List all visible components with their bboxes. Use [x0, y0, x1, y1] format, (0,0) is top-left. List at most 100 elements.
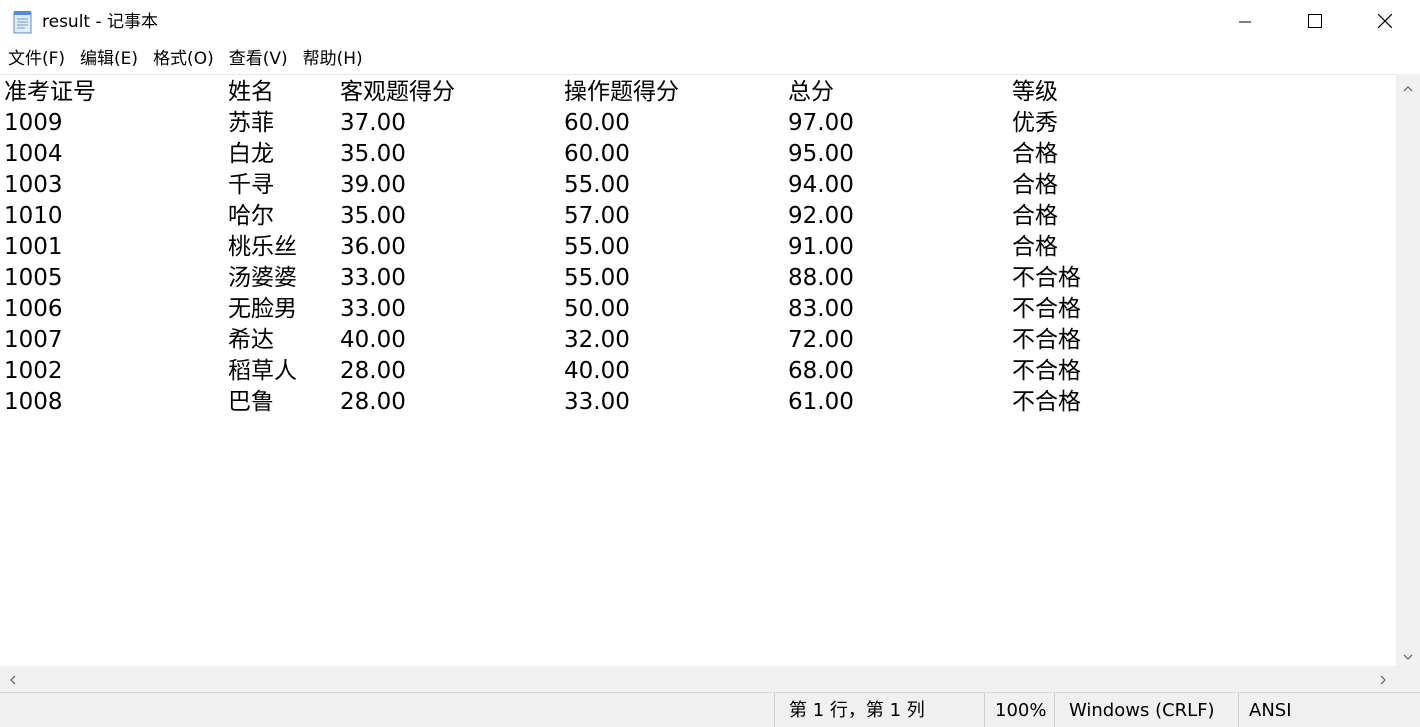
menu-format[interactable]: 格式(O)	[145, 46, 221, 72]
text-cell: 35.00	[340, 203, 406, 229]
text-cell: 稻草人	[228, 358, 297, 384]
text-cell: 33.00	[564, 389, 630, 415]
text-cell: 40.00	[564, 358, 630, 384]
header-cell: 姓名	[228, 79, 274, 105]
horizontal-scrollbar[interactable]	[0, 666, 1396, 692]
document-content: 准考证号 姓名 客观题得分 操作题得分 总分 等级 1009 苏菲 37.00 …	[4, 77, 1304, 418]
text-cell: 28.00	[340, 358, 406, 384]
text-cell: 1002	[4, 358, 63, 384]
close-button[interactable]	[1350, 0, 1420, 44]
text-cell: 无脸男	[228, 296, 297, 322]
text-cell: 巴鲁	[228, 389, 274, 415]
text-cell: 1005	[4, 265, 63, 291]
text-cell: 60.00	[564, 141, 630, 167]
text-cell: 33.00	[340, 265, 406, 291]
text-cell: 92.00	[788, 203, 854, 229]
scroll-down-button[interactable]	[1396, 642, 1420, 666]
minimize-icon	[1239, 13, 1251, 32]
header-cell: 总分	[788, 79, 834, 105]
text-cell: 1007	[4, 327, 63, 353]
text-cell: 28.00	[340, 389, 406, 415]
header-cell: 等级	[1012, 79, 1058, 105]
notepad-icon	[12, 10, 34, 34]
text-cell: 95.00	[788, 141, 854, 167]
text-cell: 合格	[1012, 172, 1058, 198]
text-cell: 37.00	[340, 110, 406, 136]
scrollbar-corner	[1396, 666, 1420, 692]
text-cell: 88.00	[788, 265, 854, 291]
text-cell: 苏菲	[228, 110, 274, 136]
text-cell: 不合格	[1012, 358, 1081, 384]
menu-edit[interactable]: 编辑(E)	[72, 46, 145, 72]
text-cell: 优秀	[1012, 110, 1058, 136]
chevron-right-icon	[1380, 670, 1386, 689]
text-cell: 68.00	[788, 358, 854, 384]
maximize-button[interactable]	[1280, 0, 1350, 44]
text-cell: 97.00	[788, 110, 854, 136]
close-icon	[1377, 13, 1393, 32]
window-title: result - 记事本	[42, 12, 159, 32]
text-cell: 希达	[228, 327, 274, 353]
menu-bar: 文件(F) 编辑(E) 格式(O) 查看(V) 帮助(H)	[0, 44, 1420, 74]
text-row: 1010 哈尔 35.00 57.00 92.00 合格	[4, 201, 1304, 232]
chevron-left-icon	[10, 670, 16, 689]
text-cell: 1008	[4, 389, 63, 415]
text-cell: 39.00	[340, 172, 406, 198]
text-cell: 1004	[4, 141, 63, 167]
header-cell: 准考证号	[4, 79, 96, 105]
text-cell: 不合格	[1012, 327, 1081, 353]
text-cell: 33.00	[340, 296, 406, 322]
encoding: ANSI	[1238, 693, 1420, 727]
chevron-up-icon	[1403, 77, 1413, 96]
text-row: 1008 巴鲁 28.00 33.00 61.00 不合格	[4, 387, 1304, 418]
text-row: 1002 稻草人 28.00 40.00 68.00 不合格	[4, 356, 1304, 387]
text-cell: 40.00	[340, 327, 406, 353]
text-cell: 合格	[1012, 234, 1058, 260]
menu-view[interactable]: 查看(V)	[221, 46, 295, 72]
text-cell: 桃乐丝	[228, 234, 297, 260]
text-cell: 60.00	[564, 110, 630, 136]
text-cell: 不合格	[1012, 389, 1081, 415]
menu-help[interactable]: 帮助(H)	[295, 46, 370, 72]
text-cell: 1006	[4, 296, 63, 322]
text-cell: 61.00	[788, 389, 854, 415]
title-bar: result - 记事本	[0, 0, 1420, 44]
scroll-left-button[interactable]	[0, 666, 26, 692]
vertical-scrollbar[interactable]	[1396, 74, 1420, 666]
text-cell: 91.00	[788, 234, 854, 260]
text-cell: 35.00	[340, 141, 406, 167]
text-cell: 哈尔	[228, 203, 274, 229]
header-cell: 操作题得分	[564, 79, 679, 105]
text-cell: 不合格	[1012, 296, 1081, 322]
text-cell: 1010	[4, 203, 63, 229]
cursor-position: 第 1 行，第 1 列	[774, 693, 984, 727]
text-cell: 千寻	[228, 172, 274, 198]
text-editor[interactable]: 准考证号 姓名 客观题得分 操作题得分 总分 等级 1009 苏菲 37.00 …	[0, 74, 1396, 666]
text-cell: 汤婆婆	[228, 265, 297, 291]
text-row: 1004 白龙 35.00 60.00 95.00 合格	[4, 139, 1304, 170]
text-row: 1006 无脸男 33.00 50.00 83.00 不合格	[4, 294, 1304, 325]
text-row: 1001 桃乐丝 36.00 55.00 91.00 合格	[4, 232, 1304, 263]
text-cell: 55.00	[564, 265, 630, 291]
text-cell: 36.00	[340, 234, 406, 260]
text-row: 1005 汤婆婆 33.00 55.00 88.00 不合格	[4, 263, 1304, 294]
scroll-right-button[interactable]	[1370, 666, 1396, 692]
text-cell: 合格	[1012, 141, 1058, 167]
text-cell: 1009	[4, 110, 63, 136]
text-row: 1009 苏菲 37.00 60.00 97.00 优秀	[4, 108, 1304, 139]
text-cell: 50.00	[564, 296, 630, 322]
text-cell: 55.00	[564, 172, 630, 198]
text-cell: 72.00	[788, 327, 854, 353]
text-cell: 55.00	[564, 234, 630, 260]
menu-file[interactable]: 文件(F)	[0, 46, 72, 72]
scroll-up-button[interactable]	[1396, 74, 1420, 98]
text-cell: 94.00	[788, 172, 854, 198]
line-ending: Windows (CRLF)	[1054, 693, 1238, 727]
minimize-button[interactable]	[1210, 0, 1280, 44]
text-cell: 1001	[4, 234, 63, 260]
text-cell: 83.00	[788, 296, 854, 322]
zoom-level: 100%	[984, 693, 1054, 727]
text-cell: 57.00	[564, 203, 630, 229]
text-row: 1003 千寻 39.00 55.00 94.00 合格	[4, 170, 1304, 201]
text-row: 1007 希达 40.00 32.00 72.00 不合格	[4, 325, 1304, 356]
